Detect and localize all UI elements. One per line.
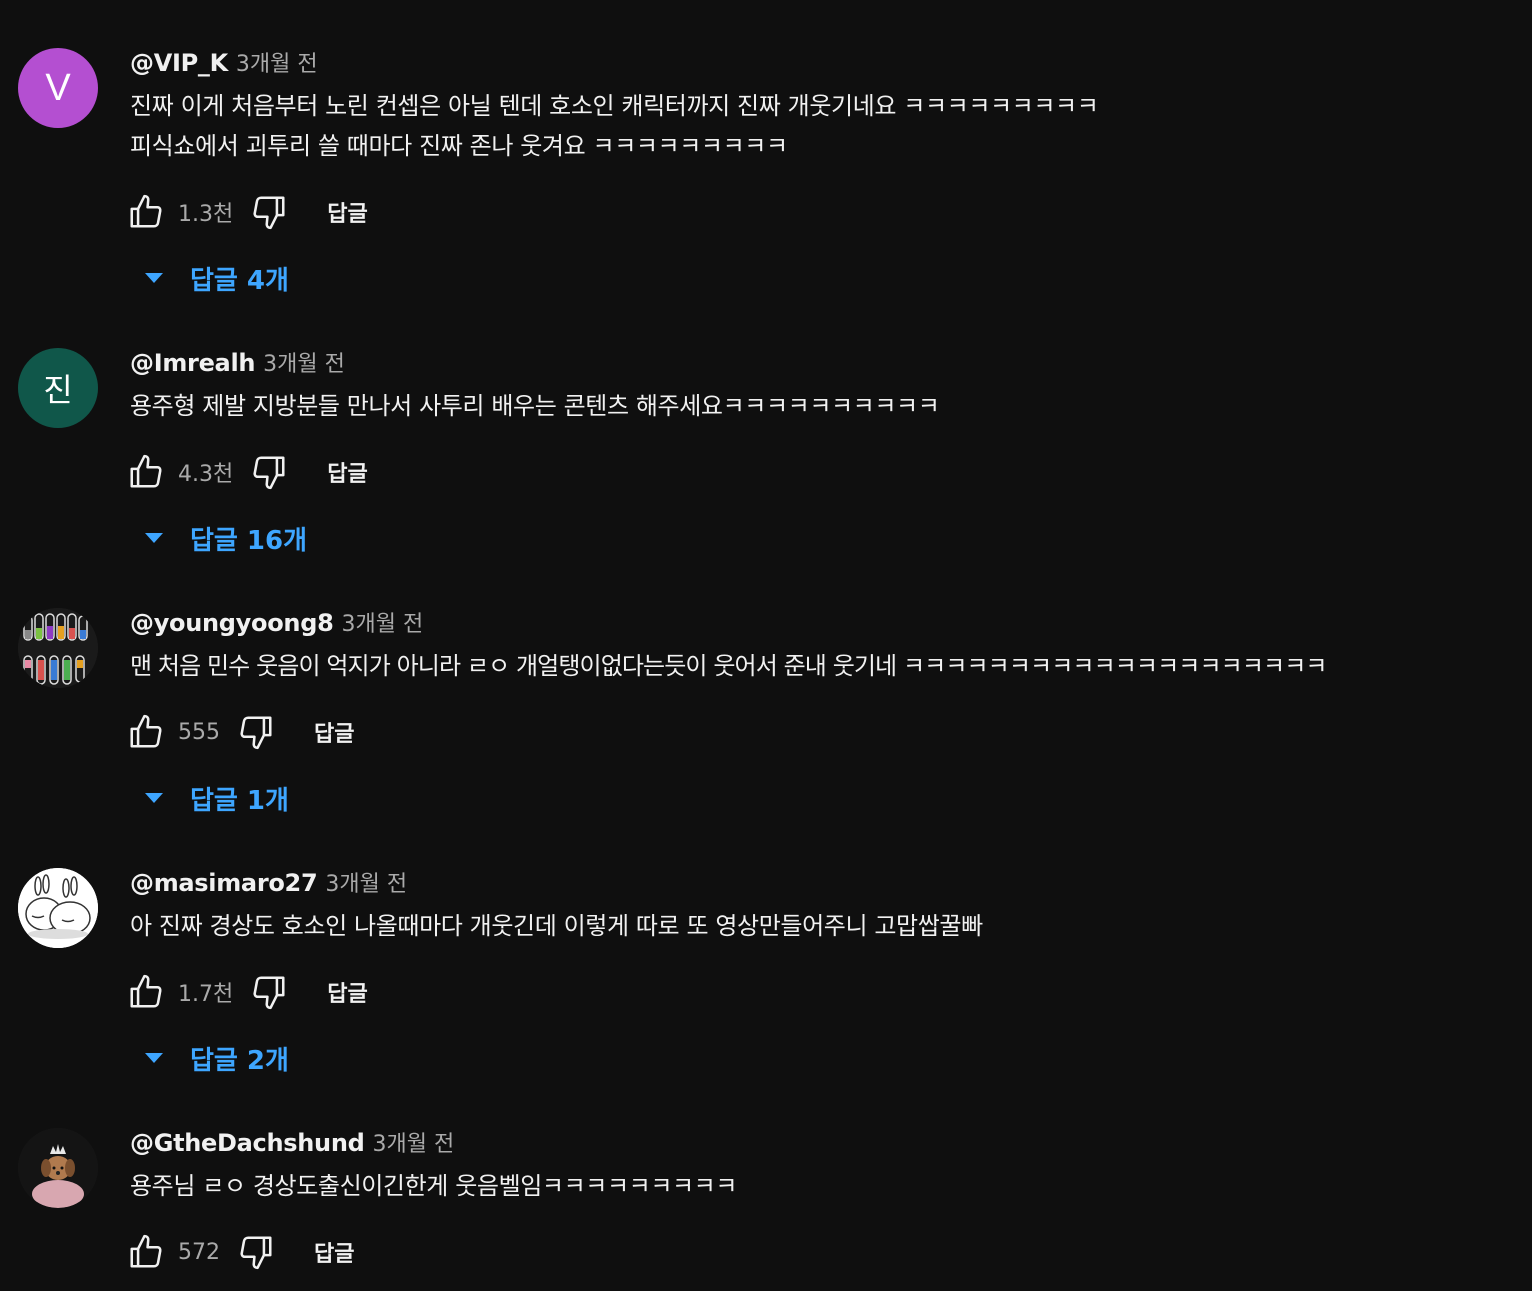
comment-text: 용주형 제발 지방분들 만나서 사투리 배우는 콘텐츠 해주세요ㅋㅋㅋㅋㅋㅋㅋㅋ…	[130, 392, 940, 420]
comment-text: 맨 처음 민수 웃음이 억지가 아니라 ㄹㅇ 개얼탱이없다는듯이 웃어서 준내 …	[130, 652, 1327, 680]
thumbs-down-icon	[253, 196, 285, 230]
thumbs-up-icon	[130, 1234, 162, 1268]
like-button[interactable]	[126, 192, 166, 232]
thumbs-down-icon	[253, 976, 285, 1010]
view-replies-button[interactable]: 답글 1개	[140, 776, 289, 820]
comment-actions: 1.3천 답글	[126, 190, 368, 234]
like-count: 572	[178, 1239, 220, 1265]
view-replies-button[interactable]: 답글 2개	[140, 1036, 289, 1080]
comment-text: 아 진짜 경상도 호소인 나올때마다 개웃긴데 이렇게 따로 또 영상만들어주니…	[130, 912, 983, 940]
caret-down-icon	[140, 1044, 168, 1072]
dislike-button[interactable]	[249, 972, 289, 1012]
author-name[interactable]: @VIP_K	[130, 49, 228, 77]
comment-actions: 1.7천 답글	[126, 970, 368, 1014]
comment-actions: 4.3천 답글	[126, 450, 368, 494]
rabbit-icon	[18, 868, 98, 948]
view-replies-button[interactable]: 답글 16개	[140, 516, 307, 560]
dog-princess-icon	[18, 1128, 98, 1208]
avatar[interactable]	[18, 1128, 98, 1208]
comment-header: @Imrealh 3개월 전	[130, 346, 345, 380]
published-time[interactable]: 3개월 전	[325, 866, 407, 898]
like-count: 555	[178, 719, 220, 745]
view-replies-button[interactable]: 답글 4개	[140, 256, 289, 300]
reply-button[interactable]: 답글	[327, 456, 367, 488]
thumbs-down-icon	[240, 716, 272, 750]
thumbs-down-icon	[253, 456, 285, 490]
reply-button[interactable]: 답글	[314, 716, 354, 748]
replies-count-label: 답글 1개	[190, 785, 289, 816]
comment-text: 진짜 이게 처음부터 노린 컨셉은 아닐 텐데 호소인 캐릭터까지 진짜 개웃기…	[130, 92, 1099, 160]
avatar-letter: 진	[43, 371, 73, 409]
dislike-button[interactable]	[236, 712, 276, 752]
avatar[interactable]: V	[18, 48, 98, 128]
published-time[interactable]: 3개월 전	[263, 346, 345, 378]
like-count: 1.7천	[178, 982, 234, 1007]
comments-section: V @VIP_K 3개월 전 진짜 이게 처음부터 노린 컨셉은 아닐 텐데 호…	[0, 0, 1532, 1291]
comment-header: @VIP_K 3개월 전	[130, 46, 318, 80]
thumbs-up-icon	[130, 974, 162, 1008]
thumbs-up-icon	[130, 714, 162, 748]
like-button[interactable]	[126, 1232, 166, 1272]
thumbs-up-icon	[130, 194, 162, 228]
avatar[interactable]	[18, 868, 98, 948]
caret-down-icon	[140, 264, 168, 292]
dislike-button[interactable]	[249, 452, 289, 492]
thumbs-up-icon	[130, 454, 162, 488]
comment-thread: 진 @Imrealh 3개월 전 용주형 제발 지방분들 만나서 사투리 배우는…	[0, 340, 1532, 600]
comment-header: @youngyoong8 3개월 전	[130, 606, 423, 640]
caret-down-icon	[140, 524, 168, 552]
replies-count-label: 답글 2개	[190, 1045, 289, 1076]
replies-count-label: 답글 4개	[190, 265, 289, 296]
published-time[interactable]: 3개월 전	[373, 1126, 455, 1158]
comment-actions: 555 답글	[126, 710, 354, 754]
published-time[interactable]: 3개월 전	[341, 606, 423, 638]
dislike-button[interactable]	[249, 192, 289, 232]
reply-button[interactable]: 답글	[314, 1236, 354, 1268]
reply-button[interactable]: 답글	[327, 976, 367, 1008]
replies-count-label: 답글 16개	[190, 525, 307, 556]
caret-down-icon	[140, 784, 168, 812]
test-tubes-icon	[18, 608, 98, 688]
author-name[interactable]: @GtheDachshund	[130, 1129, 365, 1157]
comment-thread: @youngyoong8 3개월 전 맨 처음 민수 웃음이 억지가 아니라 ㄹ…	[0, 600, 1532, 860]
published-time[interactable]: 3개월 전	[236, 46, 318, 78]
author-name[interactable]: @youngyoong8	[130, 609, 334, 637]
comment-text: 용주님 ㄹㅇ 경상도출신이긴한게 웃음벨임ㅋㅋㅋㅋㅋㅋㅋㅋㅋ	[130, 1172, 738, 1200]
reply-button[interactable]: 답글	[327, 196, 367, 228]
like-count: 1.3천	[178, 202, 234, 227]
avatar-letter: V	[45, 66, 71, 109]
avatar[interactable]	[18, 608, 98, 688]
author-name[interactable]: @masimaro27	[130, 869, 318, 897]
author-name[interactable]: @Imrealh	[130, 349, 255, 377]
comment-thread: @masimaro27 3개월 전 아 진짜 경상도 호소인 나올때마다 개웃긴…	[0, 860, 1532, 1120]
comment-actions: 572 답글	[126, 1230, 354, 1274]
like-button[interactable]	[126, 972, 166, 1012]
dislike-button[interactable]	[236, 1232, 276, 1272]
comment-thread: @GtheDachshund 3개월 전 용주님 ㄹㅇ 경상도출신이긴한게 웃음…	[0, 1120, 1532, 1291]
thumbs-down-icon	[240, 1236, 272, 1270]
comment-header: @GtheDachshund 3개월 전	[130, 1126, 454, 1160]
like-button[interactable]	[126, 452, 166, 492]
like-count: 4.3천	[178, 462, 234, 487]
comment-header: @masimaro27 3개월 전	[130, 866, 407, 900]
like-button[interactable]	[126, 712, 166, 752]
avatar[interactable]: 진	[18, 348, 98, 428]
comment-thread: V @VIP_K 3개월 전 진짜 이게 처음부터 노린 컨셉은 아닐 텐데 호…	[0, 40, 1532, 300]
